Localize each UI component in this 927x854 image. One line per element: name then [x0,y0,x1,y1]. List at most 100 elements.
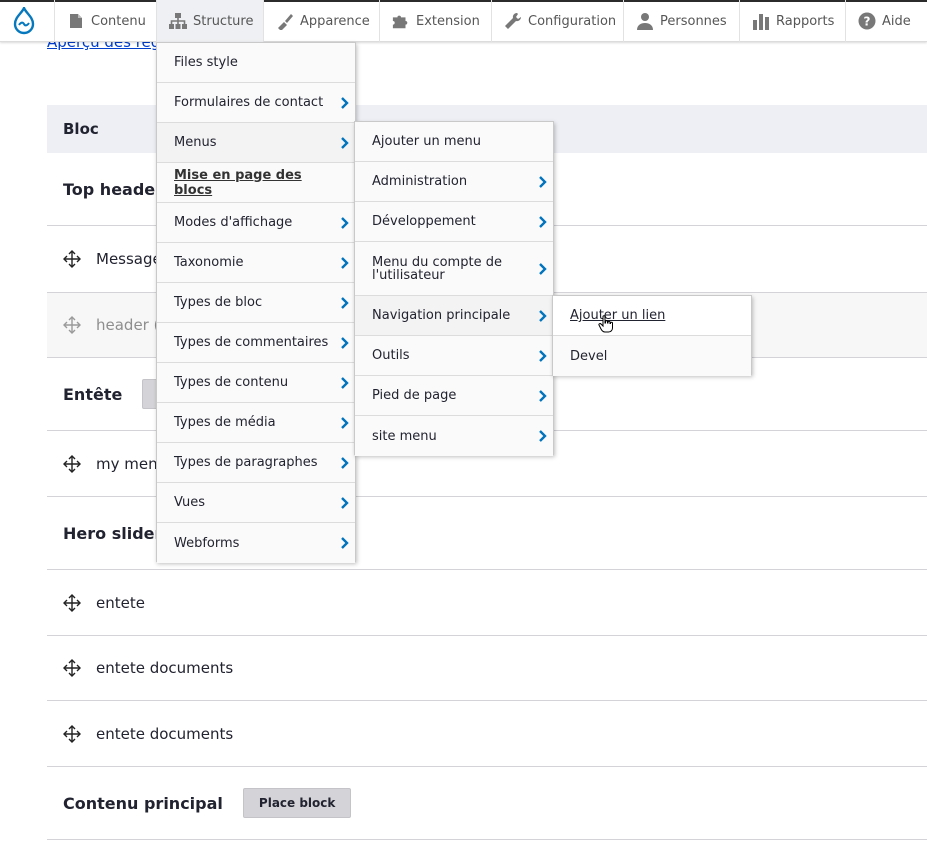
region-title: Contenu principal [63,793,223,813]
toolbar-tab-contenu[interactable]: Contenu [54,0,156,42]
menu-item-outils[interactable]: Outils [355,336,553,376]
chevron-right-icon [539,215,547,228]
toolbar-tab-structure[interactable]: Structure [156,0,263,42]
menu-item-label: Modes d'affichage [174,215,293,230]
toolbar-tab-label: Structure [193,13,254,29]
drag-handle-icon[interactable] [63,724,81,743]
chevron-right-icon [341,216,349,229]
menu-item-devel[interactable]: Devel [553,336,751,376]
menu-item-label: Développement [372,214,476,229]
svg-text:?: ? [864,15,871,29]
menu-item-ajouter-un-lien[interactable]: Ajouter un lien [553,296,751,336]
menu-item-site-menu[interactable]: site menu [355,416,553,456]
toolbar-tab-label: Extension [416,13,480,29]
menu-item-formulaires-de-contact[interactable]: Formulaires de contact [157,83,355,123]
menu-item-mise-en-page-des-blocs[interactable]: Mise en page des blocs [157,163,355,203]
navigation-principale-submenu: Ajouter un lien Devel [552,295,752,376]
wrench-icon [504,12,522,30]
menu-item-label: Navigation principale [372,308,511,323]
region-title: Top header [63,179,164,199]
toolbar-tab-label: Aide [882,13,911,29]
menu-item-taxonomie[interactable]: Taxonomie [157,243,355,283]
toolbar-tab-configuration[interactable]: Configuration [491,0,623,42]
menu-item-label: Ajouter un menu [372,134,482,149]
block-label: entete documents [96,659,234,677]
puzzle-icon [392,12,410,30]
person-icon [636,12,654,30]
block-label: Message [96,250,162,268]
menu-item-types-de-bloc[interactable]: Types de bloc [157,283,355,323]
menu-item-menus[interactable]: Menus [157,123,355,163]
menu-item-types-de-commentaires[interactable]: Types de commentaires [157,323,355,363]
menu-item-ajouter-un-menu[interactable]: Ajouter un menu [355,122,553,162]
drag-handle-icon[interactable] [63,316,81,334]
menu-item-pied-de-page[interactable]: Pied de page [355,376,553,416]
drag-handle-icon[interactable] [63,659,81,677]
region-row-contenu-principal: Contenu principal Place block [47,767,927,840]
toolbar-tab-label: Rapports [776,13,835,29]
menu-item-navigation-principale[interactable]: Navigation principale [355,296,553,336]
menu-item-types-de-paragraphes[interactable]: Types de paragraphes [157,443,355,483]
menu-item-vues[interactable]: Vues [157,483,355,523]
menu-item-types-de-media[interactable]: Types de média [157,403,355,443]
block-row: entete documents [47,636,927,701]
drag-handle-icon[interactable] [63,593,81,612]
help-icon: ? [858,12,876,30]
menu-item-label: site menu [372,428,437,444]
menu-item-label: Taxonomie [174,255,244,270]
menu-item-menu-du-compte[interactable]: Menu du compte de l'utilisateur [355,242,553,296]
file-icon [67,12,85,30]
admin-toolbar: Contenu Structure Apparence Extension Co… [0,0,927,42]
menu-item-types-de-contenu[interactable]: Types de contenu [157,363,355,403]
chevron-right-icon [341,456,349,469]
menu-item-webforms[interactable]: Webforms [157,523,355,563]
menu-item-label: Devel [570,348,608,364]
menu-item-files-style[interactable]: Files style [157,43,355,83]
menu-item-label: Webforms [174,535,240,551]
chevron-right-icon [341,136,349,149]
toolbar-tab-label: Personnes [660,13,727,29]
drupal-logo-icon[interactable] [0,0,47,42]
menu-item-developpement[interactable]: Développement [355,202,553,242]
toolbar-tab-label: Configuration [528,13,617,29]
toolbar-tab-extension[interactable]: Extension [379,0,491,42]
toolbar-tab-rapports[interactable]: Rapports [739,0,845,42]
menu-item-label: Types de média [174,415,276,430]
toolbar-tab-aide[interactable]: ? Aide [845,0,927,42]
chevron-right-icon [539,430,547,442]
drag-handle-icon[interactable] [63,454,81,473]
menu-item-label: Administration [372,174,468,189]
block-label: entete documents [96,724,234,743]
hand-cursor-icon [598,315,613,333]
bar-chart-icon [752,12,770,30]
block-label: entete [96,593,145,612]
chevron-right-icon [341,296,349,309]
drag-handle-icon[interactable] [63,250,81,268]
menu-item-modes-d-affichage[interactable]: Modes d'affichage [157,203,355,243]
menu-item-administration[interactable]: Administration [355,162,553,202]
place-block-button[interactable]: Place block [242,788,352,818]
menu-item-label: Formulaires de contact [174,95,324,110]
menu-item-label: Vues [174,495,206,510]
toolbar-tab-personnes[interactable]: Personnes [623,0,739,42]
menu-item-label: Files style [174,55,238,70]
toolbar-tab-apparence[interactable]: Apparence [263,0,379,42]
chevron-right-icon [539,389,547,402]
menu-item-label: Types de contenu [174,375,289,390]
chevron-right-icon [341,376,349,389]
table-header-label: Bloc [63,120,99,138]
menu-item-label: Types de commentaires [174,335,329,350]
block-row: entete [47,570,927,636]
region-title: Entête [63,384,123,404]
chevron-right-icon [341,537,349,549]
menu-item-label: Types de bloc [174,295,263,310]
sitemap-icon [169,12,187,30]
chevron-right-icon [539,262,547,275]
chevron-right-icon [341,336,349,349]
chevron-right-icon [341,256,349,269]
structure-dropdown-menu: Files style Formulaires de contact Menus… [156,42,356,563]
menu-item-label: Ajouter un lien [570,308,666,323]
menu-item-label: Pied de page [372,388,457,403]
menus-submenu: Ajouter un menu Administration Développe… [354,121,554,456]
chevron-right-icon [539,175,547,188]
